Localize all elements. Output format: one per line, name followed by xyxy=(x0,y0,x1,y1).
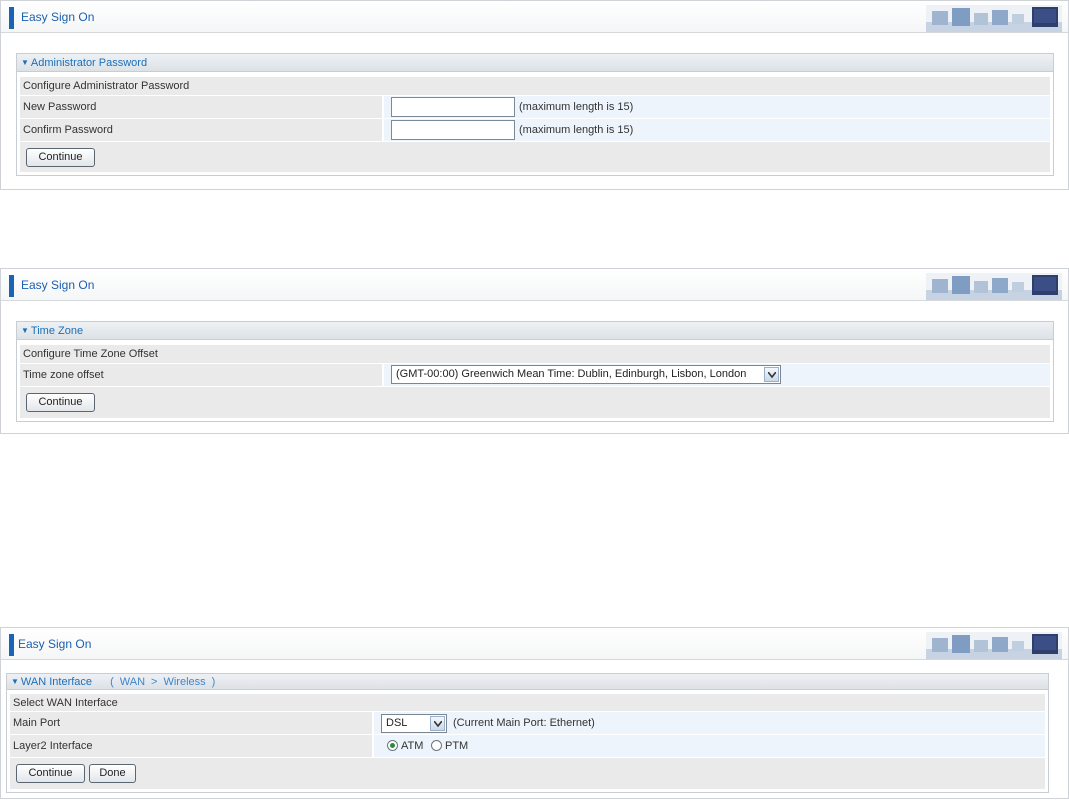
window-title: Easy Sign On xyxy=(21,10,95,24)
continue-button[interactable]: Continue xyxy=(16,764,85,783)
panel-header[interactable]: ▼ Time Zone xyxy=(17,322,1053,340)
continue-button[interactable]: Continue xyxy=(26,393,95,412)
done-button[interactable]: Done xyxy=(89,764,136,783)
window-title: Easy Sign On xyxy=(21,278,95,292)
current-main-port-text: (Current Main Port: Ethernet) xyxy=(453,717,595,729)
time-zone-panel: ▼ Time Zone Configure Time Zone Offset Ti… xyxy=(16,321,1054,422)
time-zone-value: (GMT-00:00) Greenwich Mean Time: Dublin,… xyxy=(396,368,747,380)
ptm-radio[interactable] xyxy=(431,740,442,751)
breadcrumb-wireless[interactable]: Wireless xyxy=(163,676,205,688)
window-title: Easy Sign On xyxy=(18,637,92,651)
panel-header[interactable]: ▼ Administrator Password xyxy=(17,54,1053,72)
button-row: Continue Done xyxy=(10,758,1045,789)
wan-interface-panel: ▼ WAN Interface (WAN > Wireless) Select WAN… xyxy=(6,673,1049,793)
easy-sign-on-window-wan: Easy Sign On ▼ WAN Interface (WAN > Wireles… xyxy=(0,627,1069,799)
new-password-input[interactable] xyxy=(391,97,515,117)
button-row: Continue xyxy=(20,142,1050,172)
panel-title: WAN Interface xyxy=(20,676,93,688)
office-chairs-banner-icon xyxy=(926,273,1062,300)
time-zone-row: Time zone offset (GMT-00:00) Greenwich M… xyxy=(20,364,1050,386)
continue-button[interactable]: Continue xyxy=(26,148,95,167)
panel-header[interactable]: ▼ WAN Interface (WAN > Wireless) xyxy=(7,674,1048,690)
section-row: Configure Time Zone Offset xyxy=(20,345,1050,363)
administrator-password-panel: ▼ Administrator Password Configure Admini… xyxy=(16,53,1054,176)
button-row: Continue xyxy=(20,387,1050,418)
main-port-value: DSL xyxy=(386,717,408,729)
easy-sign-on-window-password: Easy Sign On ▼ Administrator Password Con… xyxy=(0,0,1069,190)
chevron-down-icon[interactable] xyxy=(764,367,779,382)
triangle-down-icon: ▼ xyxy=(11,677,19,686)
office-chairs-banner-icon xyxy=(926,632,1062,659)
layer2-interface-label: Layer2 Interface xyxy=(13,740,93,752)
time-zone-label: Time zone offset xyxy=(23,369,104,381)
new-password-label: New Password xyxy=(23,101,97,113)
main-port-row: Main Port DSL (Current Main Port: Ethern… xyxy=(10,712,1045,734)
ptm-radio-label: PTM xyxy=(445,740,469,752)
window-header: Easy Sign On xyxy=(1,269,1068,301)
layer2-interface-row: Layer2 Interface ATM PTM xyxy=(10,735,1045,757)
panel-title: Administrator Password xyxy=(30,57,148,69)
section-label: Configure Time Zone Offset xyxy=(23,348,158,360)
new-password-row: New Password (maximum length is 15) xyxy=(20,96,1050,118)
atm-radio[interactable] xyxy=(387,740,398,751)
section-label: Select WAN Interface xyxy=(13,696,118,709)
atm-radio-label: ATM xyxy=(401,740,424,752)
confirm-password-hint: (maximum length is 15) xyxy=(519,124,634,136)
triangle-down-icon: ▼ xyxy=(21,326,29,335)
window-header: Easy Sign On xyxy=(1,1,1068,33)
breadcrumb-wan[interactable]: WAN xyxy=(120,676,145,688)
title-accent-bar xyxy=(9,275,14,297)
confirm-password-row: Confirm Password (maximum length is 15) xyxy=(20,119,1050,141)
section-label: Configure Administrator Password xyxy=(23,80,190,92)
panel-title: Time Zone xyxy=(30,325,84,337)
section-row: Select WAN Interface xyxy=(10,694,1045,711)
confirm-password-label: Confirm Password xyxy=(23,124,113,136)
office-chairs-banner-icon xyxy=(926,5,1062,32)
window-header: Easy Sign On xyxy=(1,628,1068,660)
triangle-down-icon: ▼ xyxy=(21,58,29,67)
easy-sign-on-window-timezone: Easy Sign On ▼ Time Zone Configure Time Z… xyxy=(0,268,1069,434)
main-port-label: Main Port xyxy=(13,717,61,729)
title-accent-bar xyxy=(9,634,14,656)
breadcrumb: (WAN > Wireless) xyxy=(110,676,216,688)
chevron-down-icon[interactable] xyxy=(430,716,445,731)
title-accent-bar xyxy=(9,7,14,29)
confirm-password-input[interactable] xyxy=(391,120,515,140)
time-zone-select[interactable]: (GMT-00:00) Greenwich Mean Time: Dublin,… xyxy=(391,365,781,384)
main-port-select[interactable]: DSL xyxy=(381,714,447,733)
new-password-hint: (maximum length is 15) xyxy=(519,101,634,113)
section-row: Configure Administrator Password xyxy=(20,77,1050,95)
